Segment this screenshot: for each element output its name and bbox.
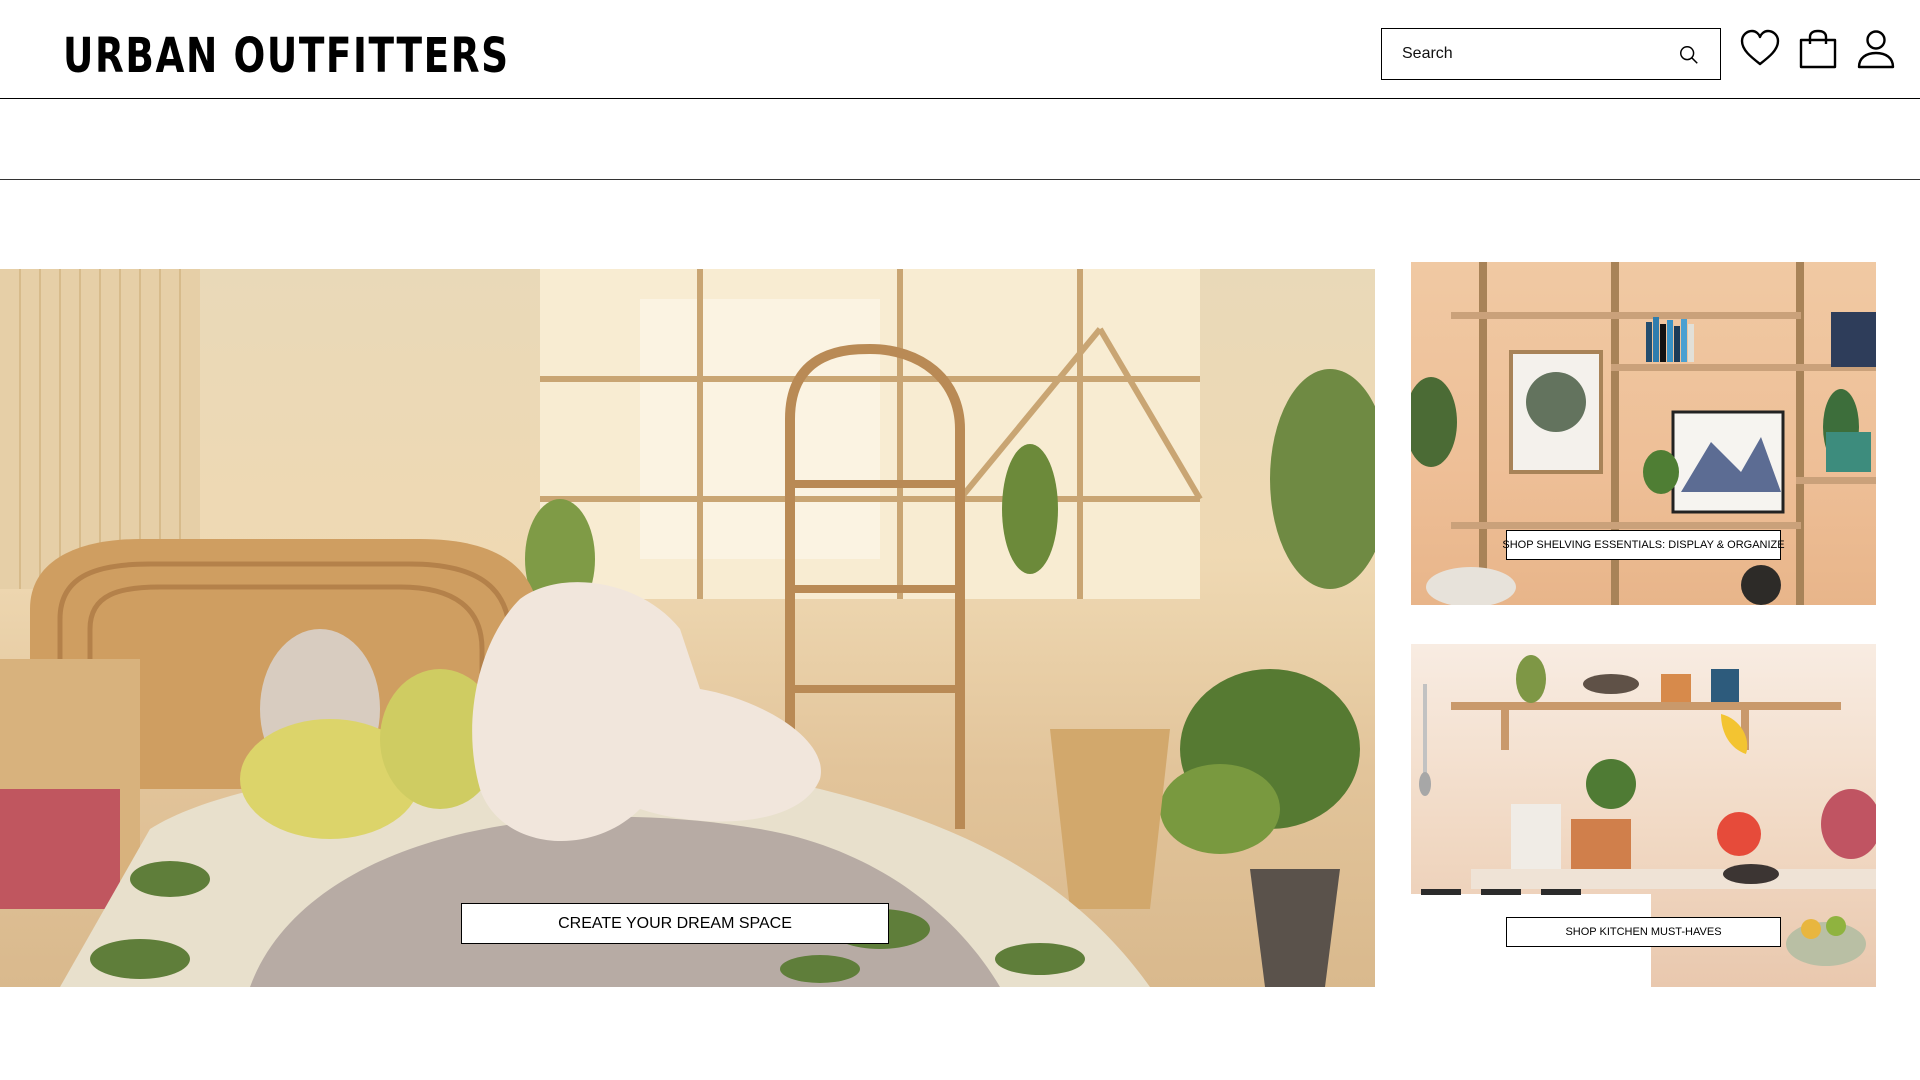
search-icon[interactable] (1678, 44, 1700, 66)
hero-banner[interactable]: CREATE YOUR DREAM SPACE (0, 269, 1375, 987)
cta-create-dream-space-button[interactable]: CREATE YOUR DREAM SPACE (461, 903, 889, 944)
hero-bedroom-image (0, 269, 1375, 987)
search-input[interactable] (1382, 29, 1720, 79)
user-icon[interactable] (1855, 28, 1897, 70)
search-box[interactable] (1381, 28, 1721, 80)
site-logo[interactable]: URBAN OUTFITTERS (63, 30, 510, 82)
bag-icon[interactable] (1797, 28, 1839, 70)
site-header: URBAN OUTFITTERS (0, 0, 1920, 99)
promo-shelving-tile[interactable]: SHOP SHELVING ESSENTIALS: DISPLAY & ORGA… (1411, 262, 1876, 605)
navigation-bar (0, 100, 1920, 180)
heart-icon[interactable] (1739, 28, 1781, 70)
promo-kitchen-tile[interactable]: SHOP KITCHEN MUST-HAVES (1411, 644, 1876, 987)
cta-shop-kitchen-button[interactable]: SHOP KITCHEN MUST-HAVES (1506, 917, 1781, 947)
cta-shop-shelving-button[interactable]: SHOP SHELVING ESSENTIALS: DISPLAY & ORGA… (1502, 530, 1785, 560)
